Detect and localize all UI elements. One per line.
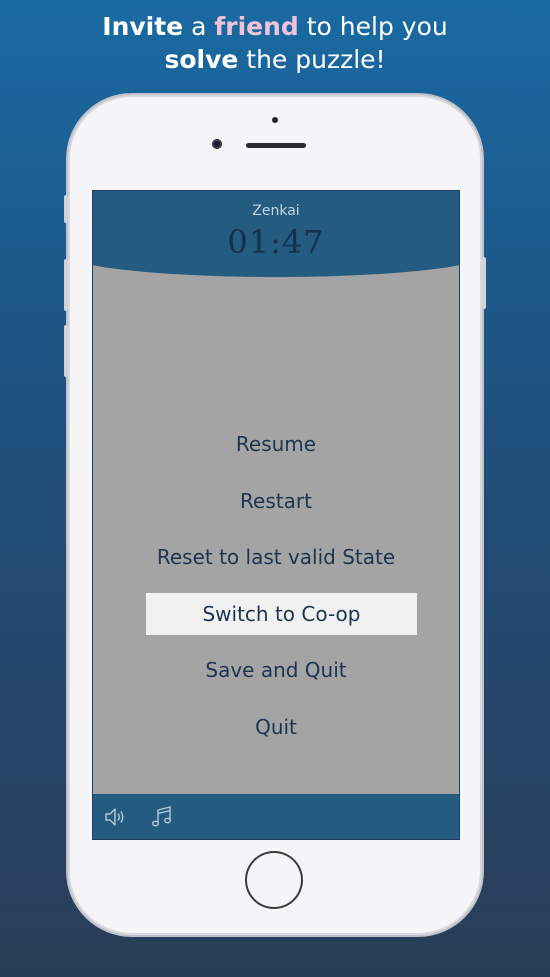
headline-word-solve: solve: [164, 45, 239, 74]
proximity-sensor: [272, 117, 278, 123]
app-screen: Zenkai 01:47 Resume Restart Reset to las…: [92, 190, 460, 840]
menu-item-quit[interactable]: Quit: [93, 706, 459, 748]
phone-frame: Zenkai 01:47 Resume Restart Reset to las…: [64, 97, 486, 933]
earpiece-speaker: [246, 143, 306, 148]
headline-text: a: [183, 12, 215, 41]
menu-item-switch-to-coop[interactable]: Switch to Co-op: [146, 592, 417, 635]
promo-headline: Invite a friend to help you solve the pu…: [0, 10, 550, 76]
menu-item-reset-to-last-valid-state[interactable]: Reset to last valid State: [93, 536, 459, 578]
headline-word-invite: Invite: [102, 12, 184, 41]
speaker-icon[interactable]: [103, 804, 129, 830]
bottom-bar: [93, 794, 459, 839]
power-button: [482, 257, 486, 309]
music-note-icon[interactable]: [149, 804, 175, 830]
headline-line-2: solve the puzzle!: [0, 43, 550, 76]
home-button[interactable]: [247, 853, 301, 907]
menu-item-resume[interactable]: Resume: [93, 423, 459, 465]
menu-item-save-and-quit[interactable]: Save and Quit: [93, 649, 459, 691]
headline-text: the puzzle!: [238, 45, 386, 74]
headline-word-friend: friend: [214, 12, 299, 41]
headline-text: to help you: [298, 12, 448, 41]
volume-up-button: [64, 259, 68, 311]
mute-switch: [64, 195, 68, 223]
app-title: Zenkai: [252, 203, 300, 219]
headline-line-1: Invite a friend to help you: [0, 10, 550, 43]
timer: 01:47: [227, 223, 325, 261]
pause-menu: Resume Restart Reset to last valid State…: [93, 423, 459, 762]
menu-item-restart[interactable]: Restart: [93, 480, 459, 522]
volume-down-button: [64, 325, 68, 377]
front-camera: [212, 139, 222, 149]
